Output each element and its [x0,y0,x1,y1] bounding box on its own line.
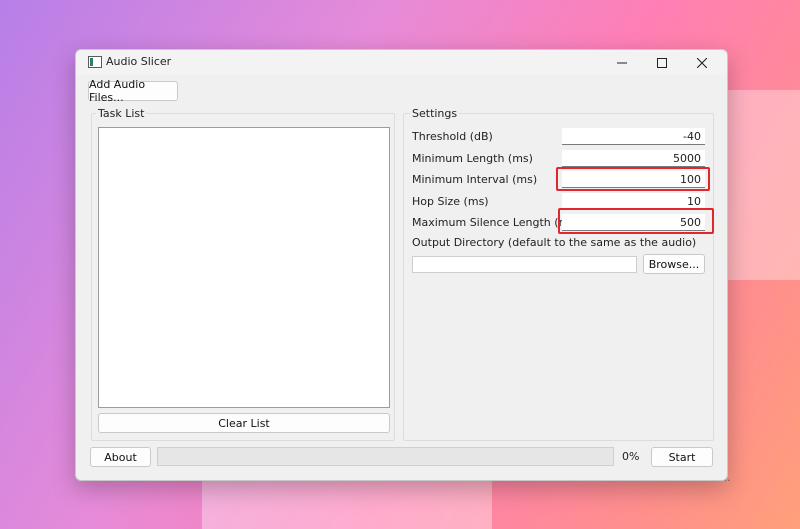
maximum-silence-length-label: Maximum Silence Length (ms) [412,216,580,229]
minimum-interval-highlight [556,167,710,191]
clear-list-button[interactable]: Clear List [98,413,390,433]
settings-group-label: Settings [410,107,460,120]
audio-slicer-window: Audio Slicer Add Audio Files... Task Lis… [75,49,728,481]
minimize-button[interactable] [602,50,642,75]
start-button[interactable]: Start [651,447,713,467]
progress-percent-text: 0% [622,450,640,463]
hop-size-label: Hop Size (ms) [412,195,489,208]
maximize-icon [657,57,667,68]
close-button[interactable] [682,50,722,75]
background-window-strip-right [726,90,800,280]
add-audio-files-button[interactable]: Add Audio Files... [88,78,178,104]
minimum-length-label: Minimum Length (ms) [412,152,533,165]
close-icon [697,57,707,68]
output-directory-label: Output Directory (default to the same as… [412,236,697,249]
threshold-field[interactable]: -40 [562,128,705,145]
minimum-length-field[interactable]: 5000 [562,150,705,167]
task-list-group-label: Task List [96,107,147,120]
maximize-button[interactable] [642,50,682,75]
output-directory-input[interactable] [412,256,637,273]
threshold-label: Threshold (dB) [412,130,493,143]
window-title: Audio Slicer [106,55,172,68]
browse-button[interactable]: Browse... [643,254,705,274]
minimum-interval-label: Minimum Interval (ms) [412,173,538,186]
maximum-silence-length-highlight [558,208,714,234]
title-bar[interactable]: Audio Slicer [76,50,727,75]
about-button[interactable]: About [90,447,151,467]
background-window-strip [202,479,492,529]
progress-bar [157,447,614,466]
minimize-icon [617,62,627,63]
app-icon [88,56,102,68]
task-list[interactable] [98,127,390,408]
